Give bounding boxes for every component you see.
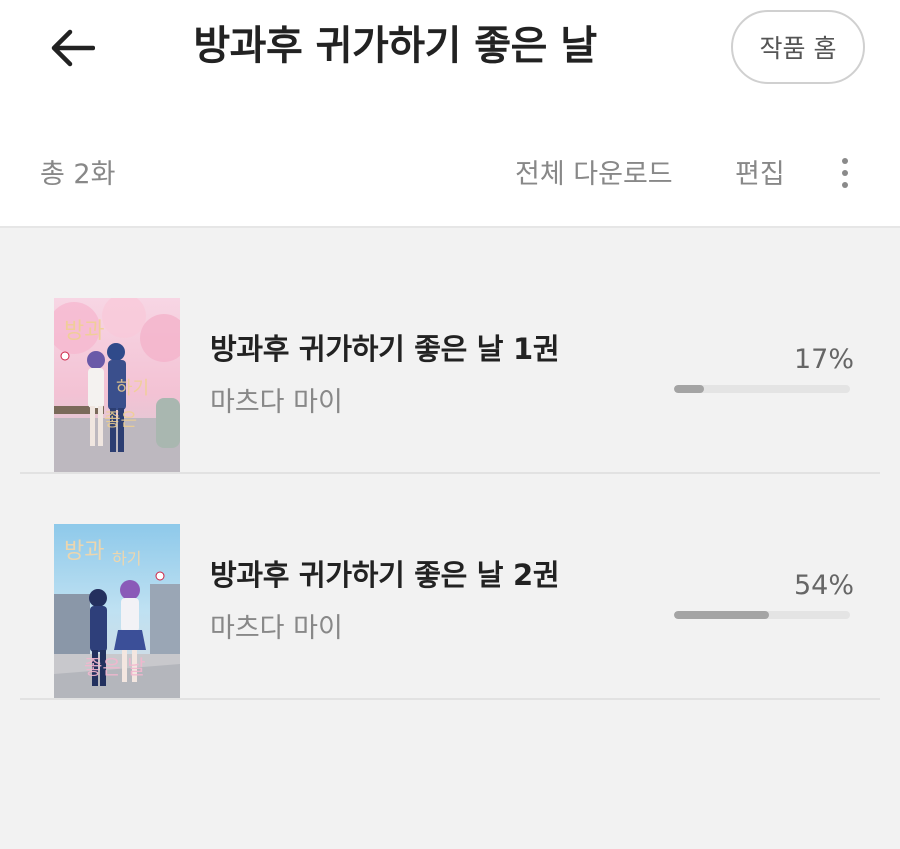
top-bar: 방과후 귀가하기 좋은 날 작품 홈 총 2화 전체 다운로드 편집	[0, 0, 900, 228]
progress-bar	[674, 385, 850, 393]
progress-fill	[674, 385, 704, 393]
svg-text:방과: 방과	[64, 319, 104, 344]
more-vertical-icon[interactable]	[828, 150, 862, 196]
volume-list: 방과 하기 좋은 방과후 귀가하기 좋은 날 1권 마츠다 마이 17% 방과 …	[20, 248, 880, 700]
download-all-button[interactable]: 전체 다운로드	[515, 152, 673, 191]
cover-image: 방과 하기 좋은 날	[54, 524, 180, 698]
volume-title: 방과후 귀가하기 좋은 날 1권	[210, 332, 560, 366]
volume-author: 마츠다 마이	[210, 387, 343, 418]
progress-percent: 54%	[793, 570, 854, 601]
back-button[interactable]	[44, 22, 100, 74]
dot	[842, 182, 848, 188]
svg-text:좋은: 좋은	[104, 410, 137, 431]
volume-title: 방과후 귀가하기 좋은 날 2권	[210, 558, 560, 592]
progress-fill	[674, 611, 770, 619]
svg-text:하기: 하기	[116, 378, 149, 399]
svg-text:방과: 방과	[64, 539, 104, 564]
svg-text:하기: 하기	[112, 549, 141, 568]
arrow-left-icon	[51, 29, 95, 67]
svg-text:좋은 날: 좋은 날	[84, 655, 146, 679]
page-title: 방과후 귀가하기 좋은 날	[193, 23, 597, 69]
series-home-button[interactable]: 작품 홈	[731, 10, 865, 84]
dot	[842, 170, 848, 176]
volume-author: 마츠다 마이	[210, 613, 343, 644]
list-item[interactable]: 방과 하기 좋은 방과후 귀가하기 좋은 날 1권 마츠다 마이 17%	[20, 248, 880, 474]
progress-percent: 17%	[793, 344, 854, 375]
list-item[interactable]: 방과 하기 좋은 날 방과후 귀가하기 좋은 날 2권 마츠다 마이 54%	[20, 474, 880, 700]
progress-bar	[674, 611, 850, 619]
episode-count: 총 2화	[40, 159, 116, 190]
dot	[842, 158, 848, 164]
edit-button[interactable]: 편집	[735, 152, 785, 191]
cover-image: 방과 하기 좋은	[54, 298, 180, 472]
